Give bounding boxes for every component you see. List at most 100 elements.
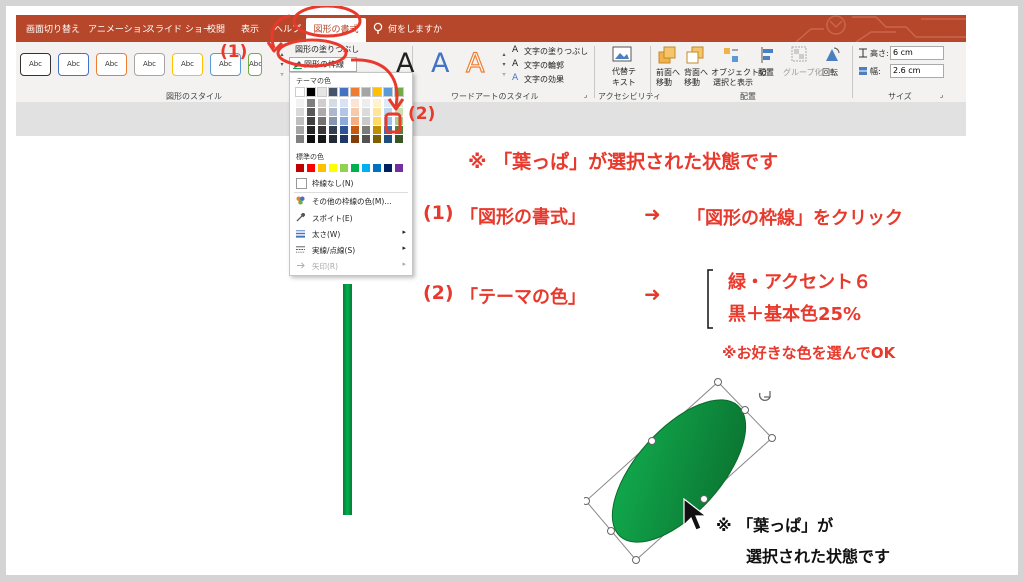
color-swatch[interactable] — [307, 117, 315, 125]
color-swatch[interactable] — [296, 117, 304, 125]
text-outline-button[interactable]: 文字の輪郭 — [524, 60, 564, 71]
tab-help[interactable]: ヘルプ — [274, 22, 301, 35]
rotate-button[interactable]: 回転 — [822, 67, 838, 78]
shape-style-thumb[interactable]: Abc — [58, 53, 89, 76]
color-swatch[interactable] — [340, 99, 348, 107]
color-swatch[interactable] — [318, 108, 326, 116]
color-swatch[interactable] — [296, 99, 304, 107]
color-swatch[interactable] — [351, 99, 359, 107]
color-swatch[interactable] — [296, 108, 304, 116]
color-swatch[interactable] — [329, 126, 337, 134]
color-swatch[interactable] — [318, 126, 326, 134]
selection-pane-label-2[interactable]: 選択と表示 — [713, 77, 753, 88]
color-swatch[interactable] — [329, 99, 337, 107]
color-swatch[interactable] — [318, 117, 326, 125]
color-swatch[interactable] — [384, 135, 392, 143]
standard-color-swatch[interactable] — [395, 164, 403, 172]
color-swatch[interactable] — [362, 117, 370, 125]
shape-style-thumb[interactable]: Abc — [20, 53, 51, 76]
alt-text-label-2[interactable]: キスト — [612, 77, 636, 88]
eyedropper-item[interactable]: スポイト(E) — [294, 211, 408, 226]
color-swatch[interactable] — [362, 99, 370, 107]
color-swatch[interactable] — [307, 99, 315, 107]
color-swatch[interactable] — [395, 135, 403, 143]
leaf-shape[interactable] — [584, 371, 784, 566]
color-swatch[interactable] — [394, 87, 404, 97]
wordart-blue[interactable]: A — [431, 48, 449, 79]
dashes-item[interactable]: 実線/点線(S) ▸ — [294, 243, 408, 258]
shape-style-thumb[interactable]: Abc — [172, 53, 203, 76]
more-colors-item[interactable]: その他の枠線の色(M)... — [294, 194, 408, 209]
shape-fill-button[interactable]: 図形の塗りつぶし — [295, 44, 359, 55]
color-swatch[interactable] — [329, 108, 337, 116]
color-swatch[interactable] — [350, 87, 360, 97]
standard-color-swatch[interactable] — [307, 164, 315, 172]
color-swatch[interactable] — [384, 126, 392, 134]
color-swatch[interactable] — [340, 135, 348, 143]
tab-slideshow[interactable]: スライド ショー — [146, 22, 212, 35]
color-swatch[interactable] — [362, 126, 370, 134]
color-swatch[interactable] — [328, 87, 338, 97]
color-swatch[interactable] — [373, 99, 381, 107]
color-swatch[interactable] — [373, 126, 381, 134]
text-fill-button[interactable]: 文字の塗りつぶし — [524, 46, 588, 57]
color-swatch[interactable] — [373, 135, 381, 143]
standard-color-swatch[interactable] — [373, 164, 381, 172]
color-swatch[interactable] — [362, 135, 370, 143]
group-button[interactable]: グループ化 — [783, 67, 823, 78]
standard-color-swatch[interactable] — [329, 164, 337, 172]
color-swatch[interactable] — [296, 126, 304, 134]
tab-animations[interactable]: アニメーション — [88, 22, 151, 35]
color-swatch[interactable] — [306, 87, 316, 97]
color-swatch[interactable] — [373, 117, 381, 125]
color-swatch[interactable] — [384, 117, 392, 125]
width-input[interactable]: 2.6 cm — [890, 64, 944, 78]
color-swatch[interactable] — [395, 117, 403, 125]
shape-outline-button[interactable]: 図形の枠線 — [289, 57, 357, 72]
color-swatch[interactable] — [307, 135, 315, 143]
shape-style-thumb[interactable]: Abc — [248, 53, 262, 76]
color-swatch[interactable] — [296, 135, 304, 143]
color-swatch[interactable] — [384, 99, 392, 107]
color-swatch[interactable] — [339, 87, 349, 97]
standard-color-swatch[interactable] — [318, 164, 326, 172]
send-backward-label-2[interactable]: 移動 — [684, 77, 700, 88]
wordart-orange-outline[interactable]: A — [465, 47, 485, 79]
no-outline-item[interactable]: 枠線なし(N) — [294, 176, 408, 191]
tell-me-search[interactable]: 何をしますか — [388, 22, 442, 35]
shape-style-thumb[interactable]: Abc — [134, 53, 165, 76]
color-swatch[interactable] — [351, 117, 359, 125]
standard-color-swatch[interactable] — [340, 164, 348, 172]
color-swatch[interactable] — [340, 108, 348, 116]
color-swatch[interactable] — [307, 126, 315, 134]
shape-style-thumb[interactable]: Abc — [96, 53, 127, 76]
tab-shape-format[interactable]: 図形の書式 — [306, 18, 366, 42]
color-swatch[interactable] — [362, 108, 370, 116]
color-swatch[interactable] — [361, 87, 371, 97]
arrows-item[interactable]: 矢印(R) ▸ — [294, 259, 408, 274]
tab-review[interactable]: 校閲 — [207, 22, 225, 35]
color-swatch[interactable] — [383, 87, 393, 97]
standard-color-swatch[interactable] — [362, 164, 370, 172]
color-swatch[interactable] — [318, 99, 326, 107]
color-swatch[interactable] — [351, 108, 359, 116]
rotate-handle-icon[interactable] — [758, 391, 771, 401]
weight-item[interactable]: 太さ(W) ▸ — [294, 227, 408, 242]
color-swatch[interactable] — [329, 117, 337, 125]
standard-color-swatch[interactable] — [384, 164, 392, 172]
size-dialog-launcher-icon[interactable]: ⌟ — [940, 91, 943, 99]
color-swatch[interactable] — [295, 87, 305, 97]
color-swatch[interactable] — [395, 108, 403, 116]
height-input[interactable]: 6 cm — [890, 46, 944, 60]
align-button[interactable]: 配置 — [758, 67, 774, 78]
color-swatch[interactable] — [384, 108, 392, 116]
color-swatch[interactable] — [351, 126, 359, 134]
wordart-gallery-scroll[interactable]: ▴ ▾ ▿ — [500, 50, 508, 82]
color-swatch[interactable] — [395, 126, 403, 134]
alt-text-label-1[interactable]: 代替テ — [612, 66, 636, 77]
tab-view[interactable]: 表示 — [241, 22, 259, 35]
color-swatch[interactable] — [372, 87, 382, 97]
color-swatch[interactable] — [373, 108, 381, 116]
tab-transitions[interactable]: 画面切り替え — [26, 22, 80, 35]
color-swatch[interactable] — [340, 117, 348, 125]
